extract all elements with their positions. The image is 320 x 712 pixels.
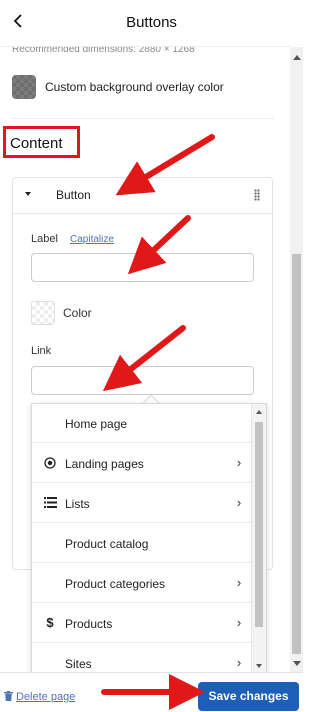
chevron-right-icon: › bbox=[236, 495, 242, 510]
overlay-color-label: Custom background overlay color bbox=[45, 80, 224, 94]
dropdown-item-product-catalog[interactable]: Product catalog bbox=[32, 524, 252, 563]
chevron-right-icon: › bbox=[236, 655, 242, 670]
overlay-color-swatch[interactable] bbox=[12, 75, 36, 99]
link-dropdown-menu: Home page Landing pages › Lists › Produc… bbox=[31, 403, 267, 673]
delete-page-label: Delete page bbox=[16, 691, 76, 703]
caret-down-icon[interactable] bbox=[25, 192, 31, 196]
chevron-right-icon: › bbox=[236, 575, 242, 590]
panel-header: Buttons bbox=[0, 0, 303, 46]
dropdown-item-landing-pages[interactable]: Landing pages › bbox=[32, 444, 252, 483]
section-divider bbox=[12, 118, 274, 119]
dropdown-item-sites[interactable]: Sites › bbox=[32, 644, 252, 672]
dropdown-item-label: Home page bbox=[65, 417, 128, 431]
dropdown-scrollbar[interactable] bbox=[251, 404, 266, 672]
save-changes-button[interactable]: Save changes bbox=[198, 682, 299, 711]
label-field-label: Label bbox=[31, 233, 58, 245]
dropdown-item-label: Landing pages bbox=[65, 457, 144, 471]
dropdown-item-lists[interactable]: Lists › bbox=[32, 484, 252, 523]
page-scrollbar[interactable] bbox=[290, 47, 303, 672]
scroll-down-arrow[interactable] bbox=[293, 661, 301, 666]
dropdown-item-product-categories[interactable]: Product categories › bbox=[32, 564, 252, 603]
button-color-swatch[interactable] bbox=[31, 301, 55, 325]
button-block-title: Button bbox=[56, 188, 91, 202]
button-block-header[interactable]: Button bbox=[13, 178, 272, 214]
scrollbar-thumb[interactable] bbox=[292, 254, 301, 654]
dropdown-scroll-down[interactable] bbox=[256, 664, 262, 668]
chevron-right-icon: › bbox=[236, 615, 242, 630]
list-icon bbox=[43, 495, 57, 511]
color-label: Color bbox=[63, 306, 92, 320]
dollar-icon: $ bbox=[46, 615, 54, 630]
content-section-title: Content bbox=[10, 135, 63, 152]
chevron-right-icon: › bbox=[236, 455, 242, 470]
dropdown-item-home-page[interactable]: Home page bbox=[32, 404, 252, 443]
dropdown-scroll-up[interactable] bbox=[256, 410, 262, 414]
scroll-up-arrow[interactable] bbox=[293, 55, 301, 60]
target-icon bbox=[43, 455, 57, 471]
dropdown-scrollbar-thumb[interactable] bbox=[255, 422, 263, 627]
label-input[interactable] bbox=[31, 253, 254, 282]
dropdown-item-label: Lists bbox=[65, 497, 90, 511]
dropdown-item-label: Products bbox=[65, 617, 113, 631]
dimensions-hint: Recommended dimensions: 2880 × 1268 bbox=[12, 47, 195, 55]
dropdown-item-products[interactable]: $ Products › bbox=[32, 604, 252, 643]
delete-page-link[interactable]: Delete page bbox=[4, 691, 75, 703]
panel-footer: Delete page Save changes bbox=[0, 672, 303, 712]
dropdown-item-label: Product catalog bbox=[65, 537, 149, 551]
dropdown-item-label: Sites bbox=[65, 657, 92, 671]
dropdown-item-label: Product categories bbox=[65, 577, 166, 591]
link-field-label: Link bbox=[31, 345, 52, 357]
link-input[interactable] bbox=[31, 366, 254, 395]
trash-icon bbox=[4, 691, 13, 701]
capitalize-link[interactable]: Capitalize bbox=[70, 234, 114, 245]
drag-handle-icon[interactable] bbox=[254, 189, 260, 201]
page-title: Buttons bbox=[126, 14, 177, 31]
